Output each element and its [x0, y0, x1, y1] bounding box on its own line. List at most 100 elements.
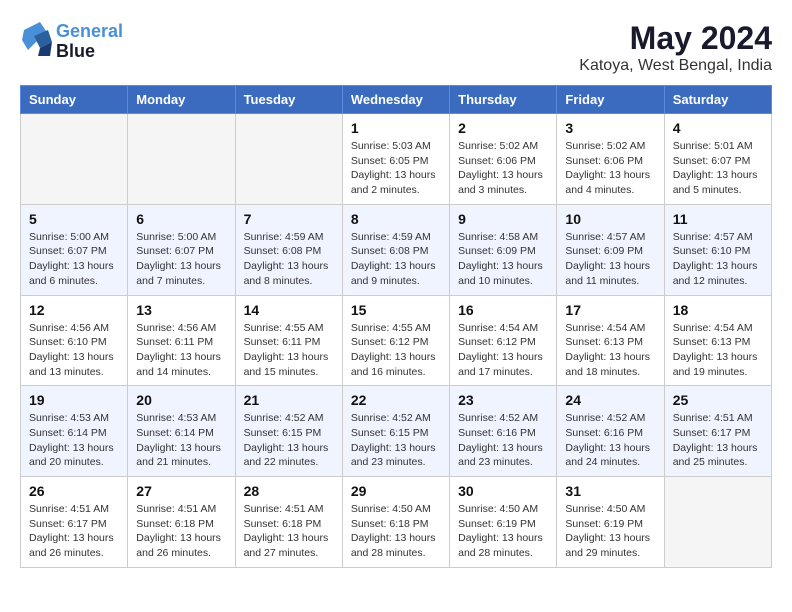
- logo: GeneralBlue: [20, 20, 123, 63]
- day-number: 22: [351, 392, 441, 408]
- day-number: 17: [565, 302, 655, 318]
- day-info: Sunrise: 4:56 AM Sunset: 6:10 PM Dayligh…: [29, 321, 119, 380]
- day-number: 15: [351, 302, 441, 318]
- day-number: 4: [673, 120, 763, 136]
- day-number: 10: [565, 211, 655, 227]
- cell-week3-day3: 15 Sunrise: 4:55 AM Sunset: 6:12 PM Dayli…: [342, 295, 449, 386]
- header-saturday: Saturday: [664, 86, 771, 114]
- cell-week5-day3: 29 Sunrise: 4:50 AM Sunset: 6:18 PM Dayli…: [342, 477, 449, 568]
- day-info: Sunrise: 4:52 AM Sunset: 6:16 PM Dayligh…: [458, 411, 548, 470]
- cell-week5-day5: 31Sunrise: 4:50 AM Sunset: 6:19 PM Dayli…: [557, 477, 664, 568]
- day-number: 6: [136, 211, 226, 227]
- cell-week1-day1: [128, 114, 235, 205]
- day-number: 28: [244, 483, 334, 499]
- day-number: 24: [565, 392, 655, 408]
- day-info: Sunrise: 4:55 AM Sunset: 6:12 PM Dayligh…: [351, 321, 441, 380]
- cell-week1-day5: 3Sunrise: 5:02 AM Sunset: 6:06 PM Daylig…: [557, 114, 664, 205]
- day-number: 27: [136, 483, 226, 499]
- cell-week5-day0: 26 Sunrise: 4:51 AM Sunset: 6:17 PM Dayli…: [21, 477, 128, 568]
- cell-week1-day4: 2 Sunrise: 5:02 AM Sunset: 6:06 PM Daylig…: [450, 114, 557, 205]
- day-number: 7: [244, 211, 334, 227]
- cell-week4-day0: 19 Sunrise: 4:53 AM Sunset: 6:14 PM Dayli…: [21, 386, 128, 477]
- day-number: 29: [351, 483, 441, 499]
- cell-week5-day6: [664, 477, 771, 568]
- day-info: Sunrise: 5:00 AM Sunset: 6:07 PM Dayligh…: [136, 230, 226, 289]
- cell-week3-day2: 14Sunrise: 4:55 AM Sunset: 6:11 PM Dayli…: [235, 295, 342, 386]
- week-row-3: 12 Sunrise: 4:56 AM Sunset: 6:10 PM Dayli…: [21, 295, 772, 386]
- cell-week3-day4: 16 Sunrise: 4:54 AM Sunset: 6:12 PM Dayli…: [450, 295, 557, 386]
- cell-week1-day6: 4 Sunrise: 5:01 AM Sunset: 6:07 PM Daylig…: [664, 114, 771, 205]
- week-row-5: 26 Sunrise: 4:51 AM Sunset: 6:17 PM Dayli…: [21, 477, 772, 568]
- cell-week2-day0: 5 Sunrise: 5:00 AM Sunset: 6:07 PM Daylig…: [21, 204, 128, 295]
- day-info: Sunrise: 5:00 AM Sunset: 6:07 PM Dayligh…: [29, 230, 119, 289]
- header-wednesday: Wednesday: [342, 86, 449, 114]
- day-number: 13: [136, 302, 226, 318]
- page-header: GeneralBlue May 2024 Katoya, West Bengal…: [20, 20, 772, 75]
- cell-week4-day6: 25 Sunrise: 4:51 AM Sunset: 6:17 PM Dayli…: [664, 386, 771, 477]
- day-info: Sunrise: 5:02 AM Sunset: 6:06 PM Dayligh…: [458, 139, 548, 198]
- day-info: Sunrise: 4:50 AM Sunset: 6:19 PM Dayligh…: [458, 502, 548, 561]
- day-number: 5: [29, 211, 119, 227]
- main-title: May 2024: [579, 20, 772, 57]
- week-row-4: 19 Sunrise: 4:53 AM Sunset: 6:14 PM Dayli…: [21, 386, 772, 477]
- cell-week4-day1: 20 Sunrise: 4:53 AM Sunset: 6:14 PM Dayli…: [128, 386, 235, 477]
- day-number: 11: [673, 211, 763, 227]
- day-number: 25: [673, 392, 763, 408]
- day-info: Sunrise: 4:59 AM Sunset: 6:08 PM Dayligh…: [351, 230, 441, 289]
- day-info: Sunrise: 4:57 AM Sunset: 6:10 PM Dayligh…: [673, 230, 763, 289]
- day-number: 3: [565, 120, 655, 136]
- day-number: 18: [673, 302, 763, 318]
- day-info: Sunrise: 4:54 AM Sunset: 6:13 PM Dayligh…: [565, 321, 655, 380]
- cell-week2-day2: 7 Sunrise: 4:59 AM Sunset: 6:08 PM Daylig…: [235, 204, 342, 295]
- cell-week5-day1: 27 Sunrise: 4:51 AM Sunset: 6:18 PM Dayli…: [128, 477, 235, 568]
- cell-week2-day5: 10 Sunrise: 4:57 AM Sunset: 6:09 PM Dayli…: [557, 204, 664, 295]
- day-info: Sunrise: 5:01 AM Sunset: 6:07 PM Dayligh…: [673, 139, 763, 198]
- logo-icon: [20, 20, 52, 58]
- day-number: 12: [29, 302, 119, 318]
- logo-text: GeneralBlue: [56, 22, 123, 62]
- day-info: Sunrise: 4:54 AM Sunset: 6:12 PM Dayligh…: [458, 321, 548, 380]
- day-info: Sunrise: 4:52 AM Sunset: 6:15 PM Dayligh…: [244, 411, 334, 470]
- day-number: 19: [29, 392, 119, 408]
- day-number: 26: [29, 483, 119, 499]
- day-info: Sunrise: 4:52 AM Sunset: 6:15 PM Dayligh…: [351, 411, 441, 470]
- day-number: 30: [458, 483, 548, 499]
- day-number: 1: [351, 120, 441, 136]
- day-info: Sunrise: 4:57 AM Sunset: 6:09 PM Dayligh…: [565, 230, 655, 289]
- day-info: Sunrise: 4:51 AM Sunset: 6:17 PM Dayligh…: [29, 502, 119, 561]
- day-info: Sunrise: 4:59 AM Sunset: 6:08 PM Dayligh…: [244, 230, 334, 289]
- cell-week1-day0: [21, 114, 128, 205]
- day-number: 21: [244, 392, 334, 408]
- day-info: Sunrise: 4:56 AM Sunset: 6:11 PM Dayligh…: [136, 321, 226, 380]
- day-number: 2: [458, 120, 548, 136]
- day-number: 20: [136, 392, 226, 408]
- cell-week2-day3: 8Sunrise: 4:59 AM Sunset: 6:08 PM Daylig…: [342, 204, 449, 295]
- cell-week4-day2: 21 Sunrise: 4:52 AM Sunset: 6:15 PM Dayli…: [235, 386, 342, 477]
- cell-week4-day4: 23Sunrise: 4:52 AM Sunset: 6:16 PM Dayli…: [450, 386, 557, 477]
- cell-week2-day1: 6 Sunrise: 5:00 AM Sunset: 6:07 PM Daylig…: [128, 204, 235, 295]
- day-number: 14: [244, 302, 334, 318]
- cell-week1-day2: [235, 114, 342, 205]
- cell-week1-day3: 1 Sunrise: 5:03 AM Sunset: 6:05 PM Daylig…: [342, 114, 449, 205]
- day-info: Sunrise: 4:50 AM Sunset: 6:19 PM Dayligh…: [565, 502, 655, 561]
- header-monday: Monday: [128, 86, 235, 114]
- day-number: 9: [458, 211, 548, 227]
- header-thursday: Thursday: [450, 86, 557, 114]
- cell-week2-day4: 9Sunrise: 4:58 AM Sunset: 6:09 PM Daylig…: [450, 204, 557, 295]
- day-info: Sunrise: 4:54 AM Sunset: 6:13 PM Dayligh…: [673, 321, 763, 380]
- day-info: Sunrise: 5:03 AM Sunset: 6:05 PM Dayligh…: [351, 139, 441, 198]
- week-row-1: 1 Sunrise: 5:03 AM Sunset: 6:05 PM Daylig…: [21, 114, 772, 205]
- day-info: Sunrise: 4:51 AM Sunset: 6:17 PM Dayligh…: [673, 411, 763, 470]
- subtitle: Katoya, West Bengal, India: [579, 57, 772, 75]
- day-info: Sunrise: 4:50 AM Sunset: 6:18 PM Dayligh…: [351, 502, 441, 561]
- day-info: Sunrise: 4:53 AM Sunset: 6:14 PM Dayligh…: [29, 411, 119, 470]
- title-area: May 2024 Katoya, West Bengal, India: [579, 20, 772, 75]
- cell-week4-day5: 24Sunrise: 4:52 AM Sunset: 6:16 PM Dayli…: [557, 386, 664, 477]
- cell-week3-day1: 13 Sunrise: 4:56 AM Sunset: 6:11 PM Dayli…: [128, 295, 235, 386]
- day-number: 16: [458, 302, 548, 318]
- header-tuesday: Tuesday: [235, 86, 342, 114]
- day-info: Sunrise: 4:51 AM Sunset: 6:18 PM Dayligh…: [136, 502, 226, 561]
- weekday-header-row: Sunday Monday Tuesday Wednesday Thursday…: [21, 86, 772, 114]
- cell-week3-day6: 18 Sunrise: 4:54 AM Sunset: 6:13 PM Dayli…: [664, 295, 771, 386]
- day-info: Sunrise: 4:53 AM Sunset: 6:14 PM Dayligh…: [136, 411, 226, 470]
